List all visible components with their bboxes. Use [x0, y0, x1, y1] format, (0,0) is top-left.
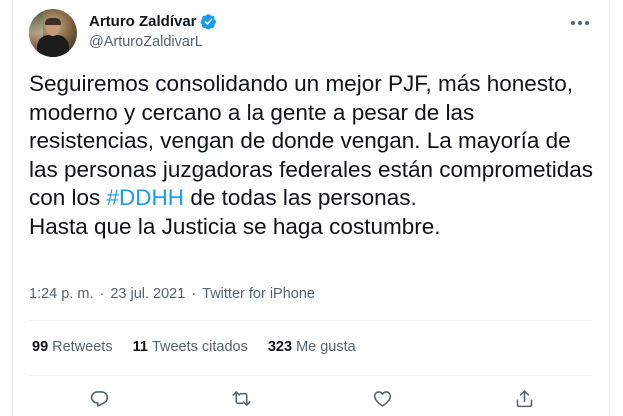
author-name[interactable]: Arturo Zaldívar [89, 13, 197, 30]
author-handle[interactable]: @ArturoZaldivarL [89, 34, 203, 50]
tweet-text: Seguiremos consolidando un mejor PJF, má… [29, 70, 599, 241]
likes-stat[interactable]: 323 Me gusta [268, 339, 356, 355]
retweets-count: 99 [32, 339, 49, 355]
verified-badge-icon [200, 14, 216, 30]
hashtag-link[interactable]: #DDHH [107, 185, 185, 210]
like-button[interactable] [368, 384, 396, 412]
quotes-stat[interactable]: 11 Tweets citados [133, 339, 248, 355]
meta-separator: · [191, 286, 197, 302]
author-avatar[interactable] [29, 9, 77, 57]
tweet-source[interactable]: Twitter for iPhone [202, 286, 315, 302]
divider [29, 375, 593, 376]
likes-label: Me gusta [296, 339, 356, 355]
share-icon [516, 389, 532, 407]
retweet-icon [231, 390, 251, 406]
like-icon [373, 390, 391, 407]
tweet-card: Arturo Zaldívar @ArturoZaldivarL Seguire… [12, 0, 610, 416]
reply-icon [90, 390, 108, 407]
meta-separator: · [99, 286, 105, 302]
more-options-button[interactable] [567, 10, 593, 36]
tweet-metadata: 1:24 p. m. · 23 jul. 2021 · Twitter for iPho… [29, 286, 315, 302]
more-dots-icon [571, 21, 589, 25]
tweet-date[interactable]: 23 jul. 2021 [110, 286, 185, 302]
retweet-button[interactable] [227, 384, 255, 412]
author-name-row: Arturo Zaldívar [89, 13, 217, 30]
tweet-actions [13, 384, 611, 412]
quotes-count: 11 [132, 339, 148, 355]
quotes-label: Tweets citados [151, 339, 248, 355]
tweet-time[interactable]: 1:24 p. m. [29, 286, 93, 302]
likes-count: 323 [267, 339, 293, 355]
tweet-stats: 99 Retweets 11 Tweets citados 323 Me gusta [32, 339, 376, 355]
retweets-label: Retweets [52, 339, 113, 355]
share-button[interactable] [510, 384, 538, 412]
retweets-stat[interactable]: 99 Retweets [32, 339, 113, 355]
divider [29, 320, 593, 321]
reply-button[interactable] [85, 384, 113, 412]
